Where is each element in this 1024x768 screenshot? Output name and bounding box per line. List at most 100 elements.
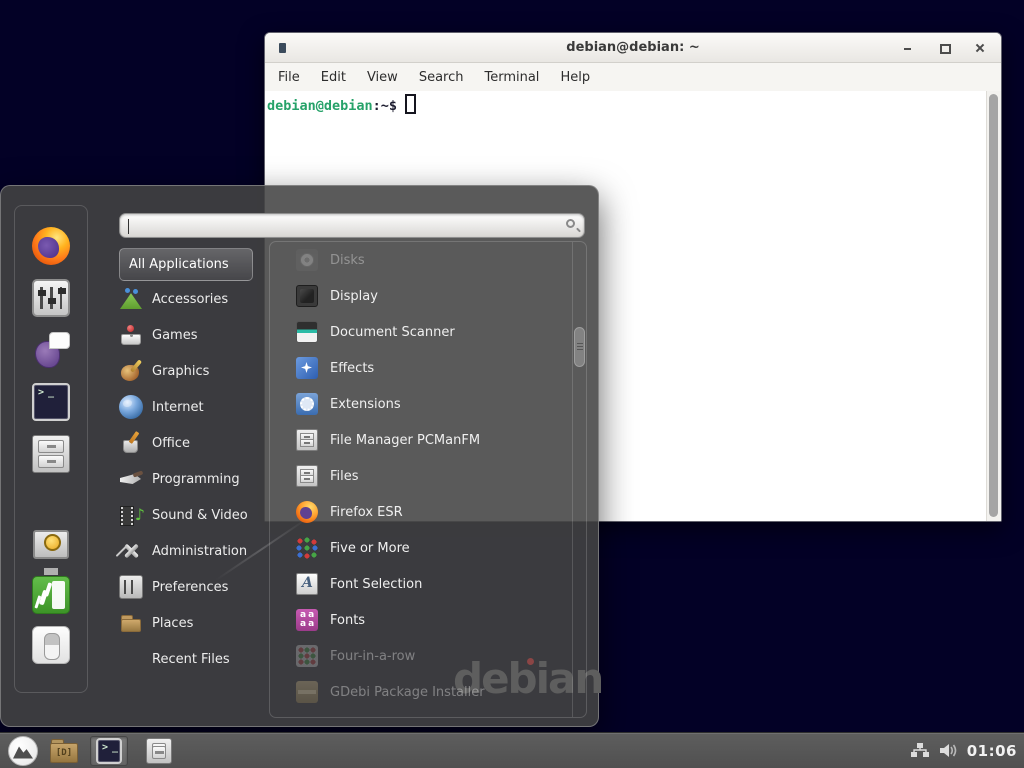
category-label: Preferences [152, 580, 228, 595]
application-label: GDebi Package Installer [330, 685, 485, 700]
search-box[interactable] [119, 213, 585, 238]
application-label: Document Scanner [330, 325, 455, 340]
network-icon[interactable] [910, 742, 930, 759]
application-icon [296, 249, 318, 271]
category-icon [119, 467, 143, 491]
category-label: Programming [152, 472, 240, 487]
category-item[interactable]: Administration [119, 533, 253, 569]
terminal-scrollbar[interactable] [986, 91, 1001, 521]
file-cabinet-icon [146, 738, 172, 764]
session-icon[interactable] [32, 626, 70, 664]
volume-icon[interactable] [939, 742, 958, 759]
application-label: Display [330, 289, 378, 304]
favorite-icon[interactable] [32, 227, 70, 265]
maximize-icon[interactable] [937, 41, 951, 55]
app-list-scrollbar[interactable] [572, 242, 586, 717]
application-item[interactable]: Fonts [270, 602, 586, 638]
category-item[interactable]: Preferences [119, 569, 253, 605]
app-list-scrollbar-thumb[interactable] [574, 327, 585, 367]
terminal-app-icon [279, 43, 286, 53]
terminal-menu-item[interactable]: Search [419, 70, 464, 85]
category-item[interactable]: Internet [119, 389, 253, 425]
terminal-menu-item[interactable]: Help [560, 70, 590, 85]
terminal-menu-item[interactable]: Edit [321, 70, 346, 85]
minimize-icon[interactable] [901, 41, 915, 55]
terminal-scrollbar-thumb[interactable] [989, 94, 998, 517]
category-item[interactable]: Recent Files [119, 641, 253, 677]
application-icon [296, 357, 318, 379]
favorite-icon[interactable] [32, 383, 70, 421]
application-label: Extensions [330, 397, 401, 412]
application-icon [296, 429, 318, 451]
category-item[interactable]: Office [119, 425, 253, 461]
application-item[interactable]: Five or More [270, 530, 586, 566]
category-icon [119, 287, 143, 311]
category-label: Office [152, 436, 190, 451]
category-item[interactable]: Sound & Video [119, 497, 253, 533]
application-item[interactable]: Document Scanner [270, 314, 586, 350]
category-all-applications[interactable]: All Applications [119, 248, 253, 281]
category-item[interactable]: Accessories [119, 281, 253, 317]
search-caret [128, 219, 129, 234]
application-item[interactable]: Four-in-a-row [270, 638, 586, 674]
application-item[interactable]: Display [270, 278, 586, 314]
application-label: Effects [330, 361, 374, 376]
category-icon [119, 359, 143, 383]
application-label: Four-in-a-row [330, 649, 415, 664]
search-input[interactable] [132, 214, 552, 237]
application-item[interactable]: Font Selection [270, 566, 586, 602]
category-item[interactable]: Programming [119, 461, 253, 497]
category-label: Internet [152, 400, 204, 415]
category-item[interactable]: Games [119, 317, 253, 353]
category-label: Games [152, 328, 197, 343]
taskbar-terminal-button[interactable] [90, 736, 128, 766]
category-item[interactable]: Places [119, 605, 253, 641]
taskbar-files-button[interactable] [140, 736, 178, 766]
application-label: Firefox ESR [330, 505, 403, 520]
category-label: Administration [152, 544, 247, 559]
category-list: All Applications Accessories Games Graph… [119, 248, 253, 677]
application-menu: debian All Applications Accessories [0, 185, 599, 727]
application-item[interactable]: Extensions [270, 386, 586, 422]
terminal-menu-item[interactable]: Terminal [484, 70, 539, 85]
terminal-menu-item[interactable]: View [367, 70, 398, 85]
terminal-titlebar[interactable]: debian@debian: ~ [265, 33, 1001, 63]
application-item[interactable]: Files [270, 458, 586, 494]
close-icon[interactable] [973, 41, 987, 55]
application-list: Disks Display Document Scanner Effects [269, 241, 587, 718]
application-item[interactable]: Effects [270, 350, 586, 386]
prompt-suffix: :~$ [373, 98, 397, 114]
application-icon [296, 537, 318, 559]
category-icon [119, 431, 143, 455]
clock[interactable]: 01:06 [967, 742, 1017, 760]
search-icon [566, 219, 575, 228]
application-label: Files [330, 469, 359, 484]
application-item[interactable]: File Manager PCManFM [270, 422, 586, 458]
application-label: Five or More [330, 541, 410, 556]
terminal-title: debian@debian: ~ [566, 40, 699, 55]
file-manager-launcher-icon[interactable] [50, 739, 78, 763]
terminal-menu-item[interactable]: File [278, 70, 300, 85]
session-icon[interactable] [32, 576, 70, 614]
session-icon[interactable] [32, 526, 70, 564]
prompt-user-host: debian@debian [267, 98, 373, 114]
category-item[interactable]: Graphics [119, 353, 253, 389]
application-label: Disks [330, 253, 365, 268]
application-icon [296, 321, 318, 343]
favorite-icon[interactable] [32, 435, 70, 473]
application-icon [296, 681, 318, 703]
favorite-icon[interactable] [32, 279, 70, 317]
menu-button[interactable] [8, 736, 38, 766]
category-icon [119, 323, 143, 347]
application-item[interactable]: Disks [270, 242, 586, 278]
favorite-icon[interactable] [32, 331, 70, 369]
terminal-prompt: debian@debian:~$ [265, 91, 1001, 117]
category-icon [119, 395, 143, 419]
application-label: Fonts [330, 613, 365, 628]
category-label: Places [152, 616, 193, 631]
application-item[interactable]: GDebi Package Installer [270, 674, 586, 710]
application-icon [296, 393, 318, 415]
application-item[interactable]: Firefox ESR [270, 494, 586, 530]
terminal-menubar: File Edit View Search Terminal Help [265, 63, 1001, 91]
application-icon [296, 501, 318, 523]
